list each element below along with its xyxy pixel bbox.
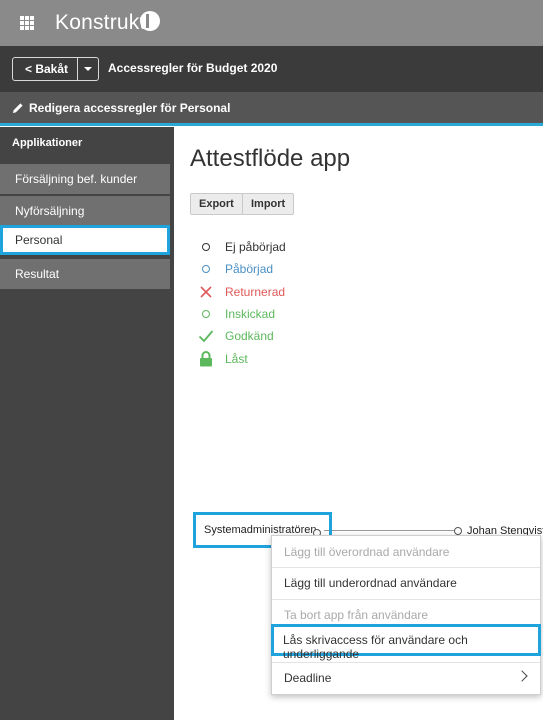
check-icon xyxy=(198,330,214,343)
page-title: Attestflöde app xyxy=(190,145,351,172)
node-circle-icon xyxy=(454,527,462,535)
brand-name: Konstrukt xyxy=(55,11,146,34)
back-button-group: < Bakåt xyxy=(12,57,100,81)
legend-item-godkand: Godkänd xyxy=(198,325,286,347)
chevron-right-icon xyxy=(516,670,528,682)
apps-grid-icon[interactable] xyxy=(20,16,34,30)
x-icon xyxy=(200,286,212,298)
pencil-icon xyxy=(13,103,23,113)
brand-logo-icon xyxy=(140,11,160,31)
legend-label: Inskickad xyxy=(225,307,276,322)
legend-item-inskickad: Inskickad xyxy=(198,303,286,325)
legend-label: Påbörjad xyxy=(225,262,274,277)
menu-item-label: Deadline xyxy=(284,671,332,685)
tree-connector xyxy=(324,530,454,531)
menu-item-lock-write-access[interactable]: Lås skrivaccess för användare och underl… xyxy=(271,624,541,661)
circle-icon xyxy=(202,310,210,319)
legend-label: Returnerad xyxy=(225,284,286,299)
context-menu: Lägg till överordnad användare Lägg till… xyxy=(271,535,541,695)
circle-icon xyxy=(202,265,210,274)
sidebar-item-personal[interactable]: Personal xyxy=(0,225,170,255)
legend-item-returnerad: Returnerad xyxy=(198,281,286,303)
legend-label: Låst xyxy=(225,351,248,366)
circle-icon xyxy=(202,243,210,252)
back-button[interactable]: < Bakåt xyxy=(13,58,79,80)
menu-item-add-superior-user[interactable]: Lägg till överordnad användare xyxy=(272,536,540,568)
legend-label: Ej påbörjad xyxy=(225,240,286,255)
edit-title: Redigera accessregler för Personal xyxy=(12,101,230,115)
back-dropdown-icon[interactable] xyxy=(78,58,98,80)
sidebar-header: Applikationer xyxy=(12,137,83,149)
menu-item-deadline[interactable]: Deadline xyxy=(272,662,540,694)
legend-item-ej-paborjad: Ej påbörjad xyxy=(198,236,286,258)
status-legend: Ej påbörjad Påbörjad Returnerad Inskicka… xyxy=(198,236,286,370)
legend-label: Godkänd xyxy=(225,329,274,344)
edit-bar: Redigera accessregler för Personal xyxy=(0,92,543,126)
lock-icon xyxy=(200,350,212,367)
legend-item-paborjad: Påbörjad xyxy=(198,258,286,280)
export-button[interactable]: Export xyxy=(190,193,243,215)
sidebar-item-forsaljning-bef-kunder[interactable]: Försäljning bef. kunder xyxy=(0,164,170,194)
edit-title-text: Redigera accessregler för Personal xyxy=(29,101,231,115)
page-heading: Accessregler för Budget 2020 xyxy=(108,61,278,75)
sidebar-item-nyforsaljning[interactable]: Nyförsäljning xyxy=(0,196,170,226)
legend-item-last: Låst xyxy=(198,347,286,369)
top-header: Konstrukt xyxy=(0,0,543,46)
sidebar-item-resultat[interactable]: Resultat xyxy=(0,259,170,289)
import-button[interactable]: Import xyxy=(242,193,295,215)
menu-item-add-subordinate-user[interactable]: Lägg till underordnad användare xyxy=(272,567,540,599)
